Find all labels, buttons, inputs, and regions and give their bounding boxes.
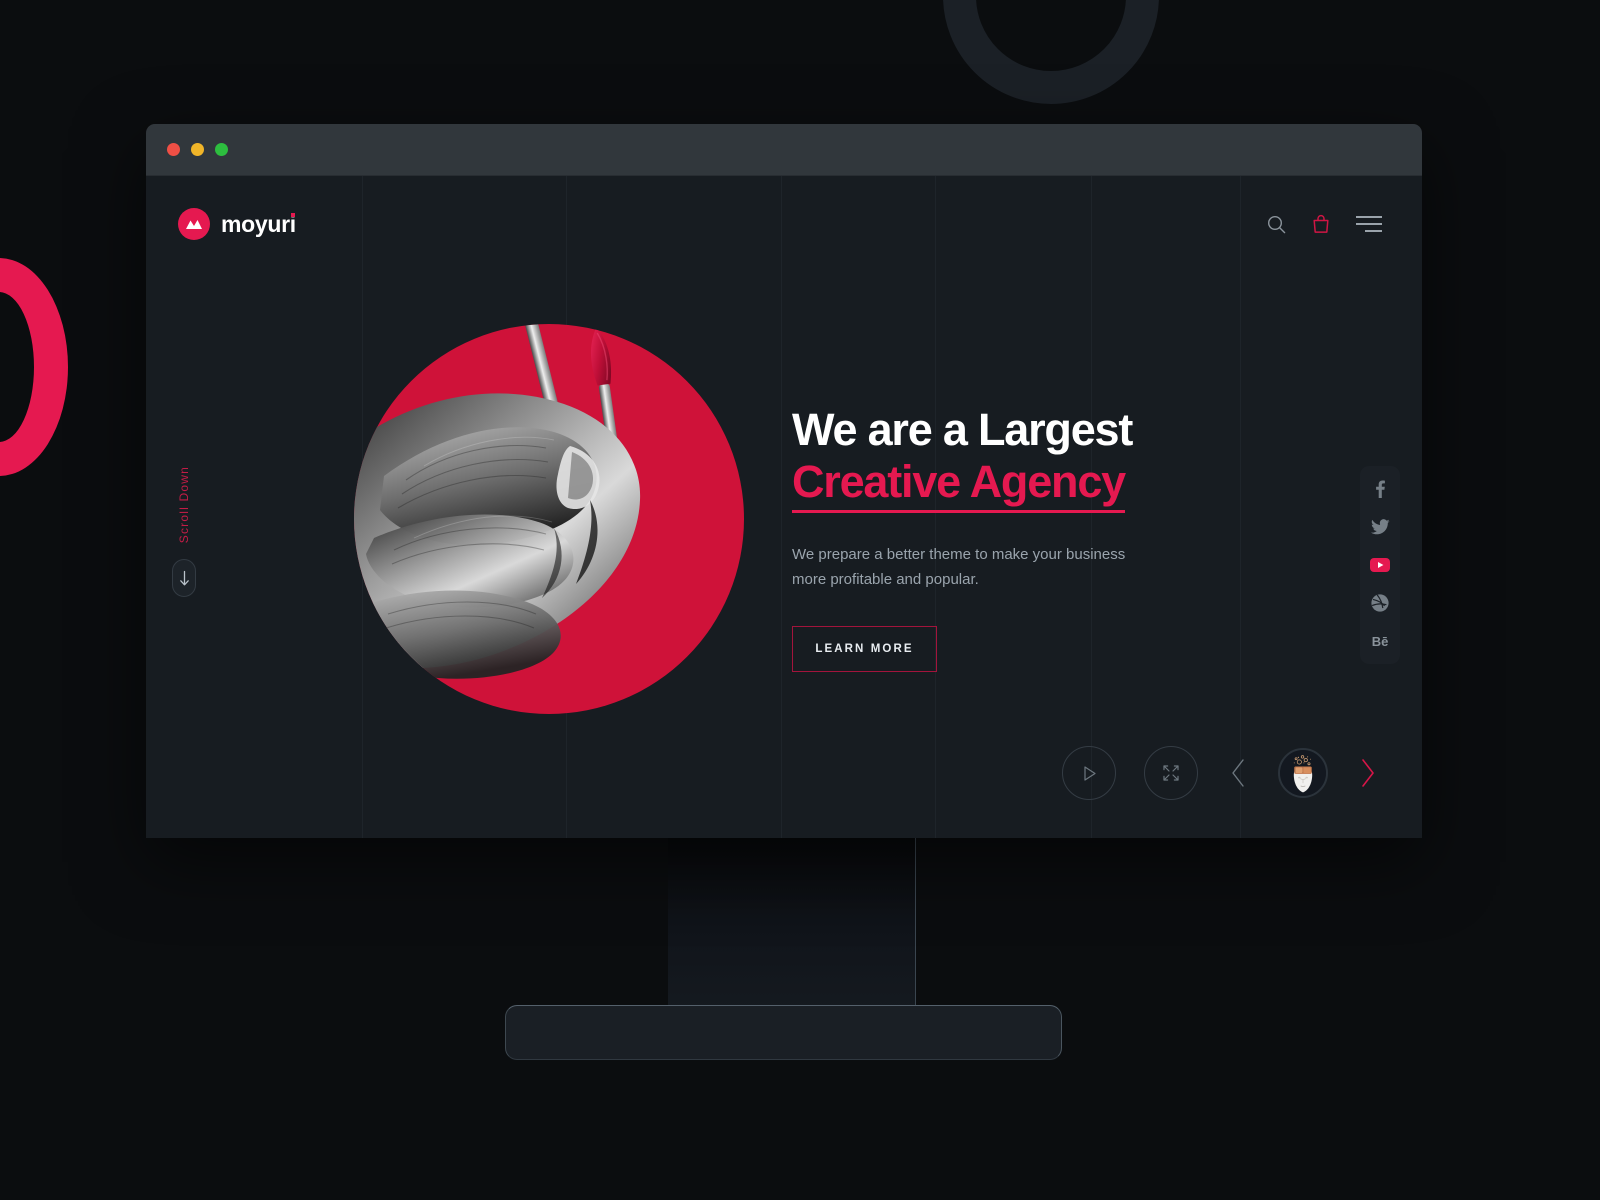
hand-paintbrush-illustration <box>354 324 641 679</box>
minimize-window-button[interactable] <box>191 143 204 156</box>
expand-button[interactable] <box>1144 746 1198 800</box>
browser-titlebar <box>146 124 1422 176</box>
head-ideas-thumbnail <box>1280 750 1326 796</box>
next-slide-button[interactable] <box>1356 757 1380 789</box>
play-button[interactable] <box>1062 746 1116 800</box>
scroll-down-control[interactable]: Scroll Down <box>172 466 196 598</box>
search-icon[interactable] <box>1267 215 1286 234</box>
hamburger-menu-icon[interactable] <box>1356 216 1382 232</box>
dribbble-icon[interactable] <box>1369 592 1391 614</box>
hero-paragraph: We prepare a better theme to make your b… <box>792 546 1126 588</box>
header-tools <box>1267 214 1382 234</box>
learn-more-button[interactable]: LEARN MORE <box>792 625 937 672</box>
browser-window: moyuri Scroll Down We are a Largest Crea… <box>146 124 1422 838</box>
site-header: moyuri <box>146 176 1422 272</box>
hero-title: We are a Largest Creative Agency <box>792 404 1222 514</box>
scroll-down-button[interactable] <box>172 559 196 598</box>
monitor-base <box>505 1005 1062 1060</box>
slider-controls <box>146 738 1422 808</box>
hero-visual <box>354 324 750 724</box>
behance-icon[interactable]: Bē <box>1369 630 1391 652</box>
twitter-icon[interactable] <box>1369 516 1391 538</box>
shopping-bag-icon[interactable] <box>1312 214 1330 234</box>
brand-accent-dot <box>290 212 295 217</box>
close-window-button[interactable] <box>167 143 180 156</box>
mountain-logo-icon <box>178 208 210 240</box>
facebook-icon[interactable] <box>1369 478 1391 500</box>
brand-logo[interactable]: moyuri <box>178 208 296 240</box>
hero-copy: We are a Largest Creative Agency We prep… <box>792 404 1222 672</box>
website-page: moyuri Scroll Down We are a Largest Crea… <box>146 176 1422 838</box>
prev-slide-button[interactable] <box>1226 757 1250 789</box>
decor-ring-dark <box>943 0 1159 104</box>
hero-title-line2: Creative Agency <box>792 456 1126 514</box>
scroll-down-label: Scroll Down <box>177 466 191 544</box>
slide-thumbnail[interactable] <box>1278 748 1328 798</box>
scene: moyuri Scroll Down We are a Largest Crea… <box>0 0 1600 1200</box>
social-rail: Bē <box>1360 466 1400 664</box>
youtube-icon[interactable] <box>1369 554 1391 576</box>
brand-name-text: moyuri <box>221 210 296 237</box>
maximize-window-button[interactable] <box>215 143 228 156</box>
hero-title-line1: We are a Largest <box>792 404 1133 455</box>
decor-ring-pink <box>0 258 68 476</box>
